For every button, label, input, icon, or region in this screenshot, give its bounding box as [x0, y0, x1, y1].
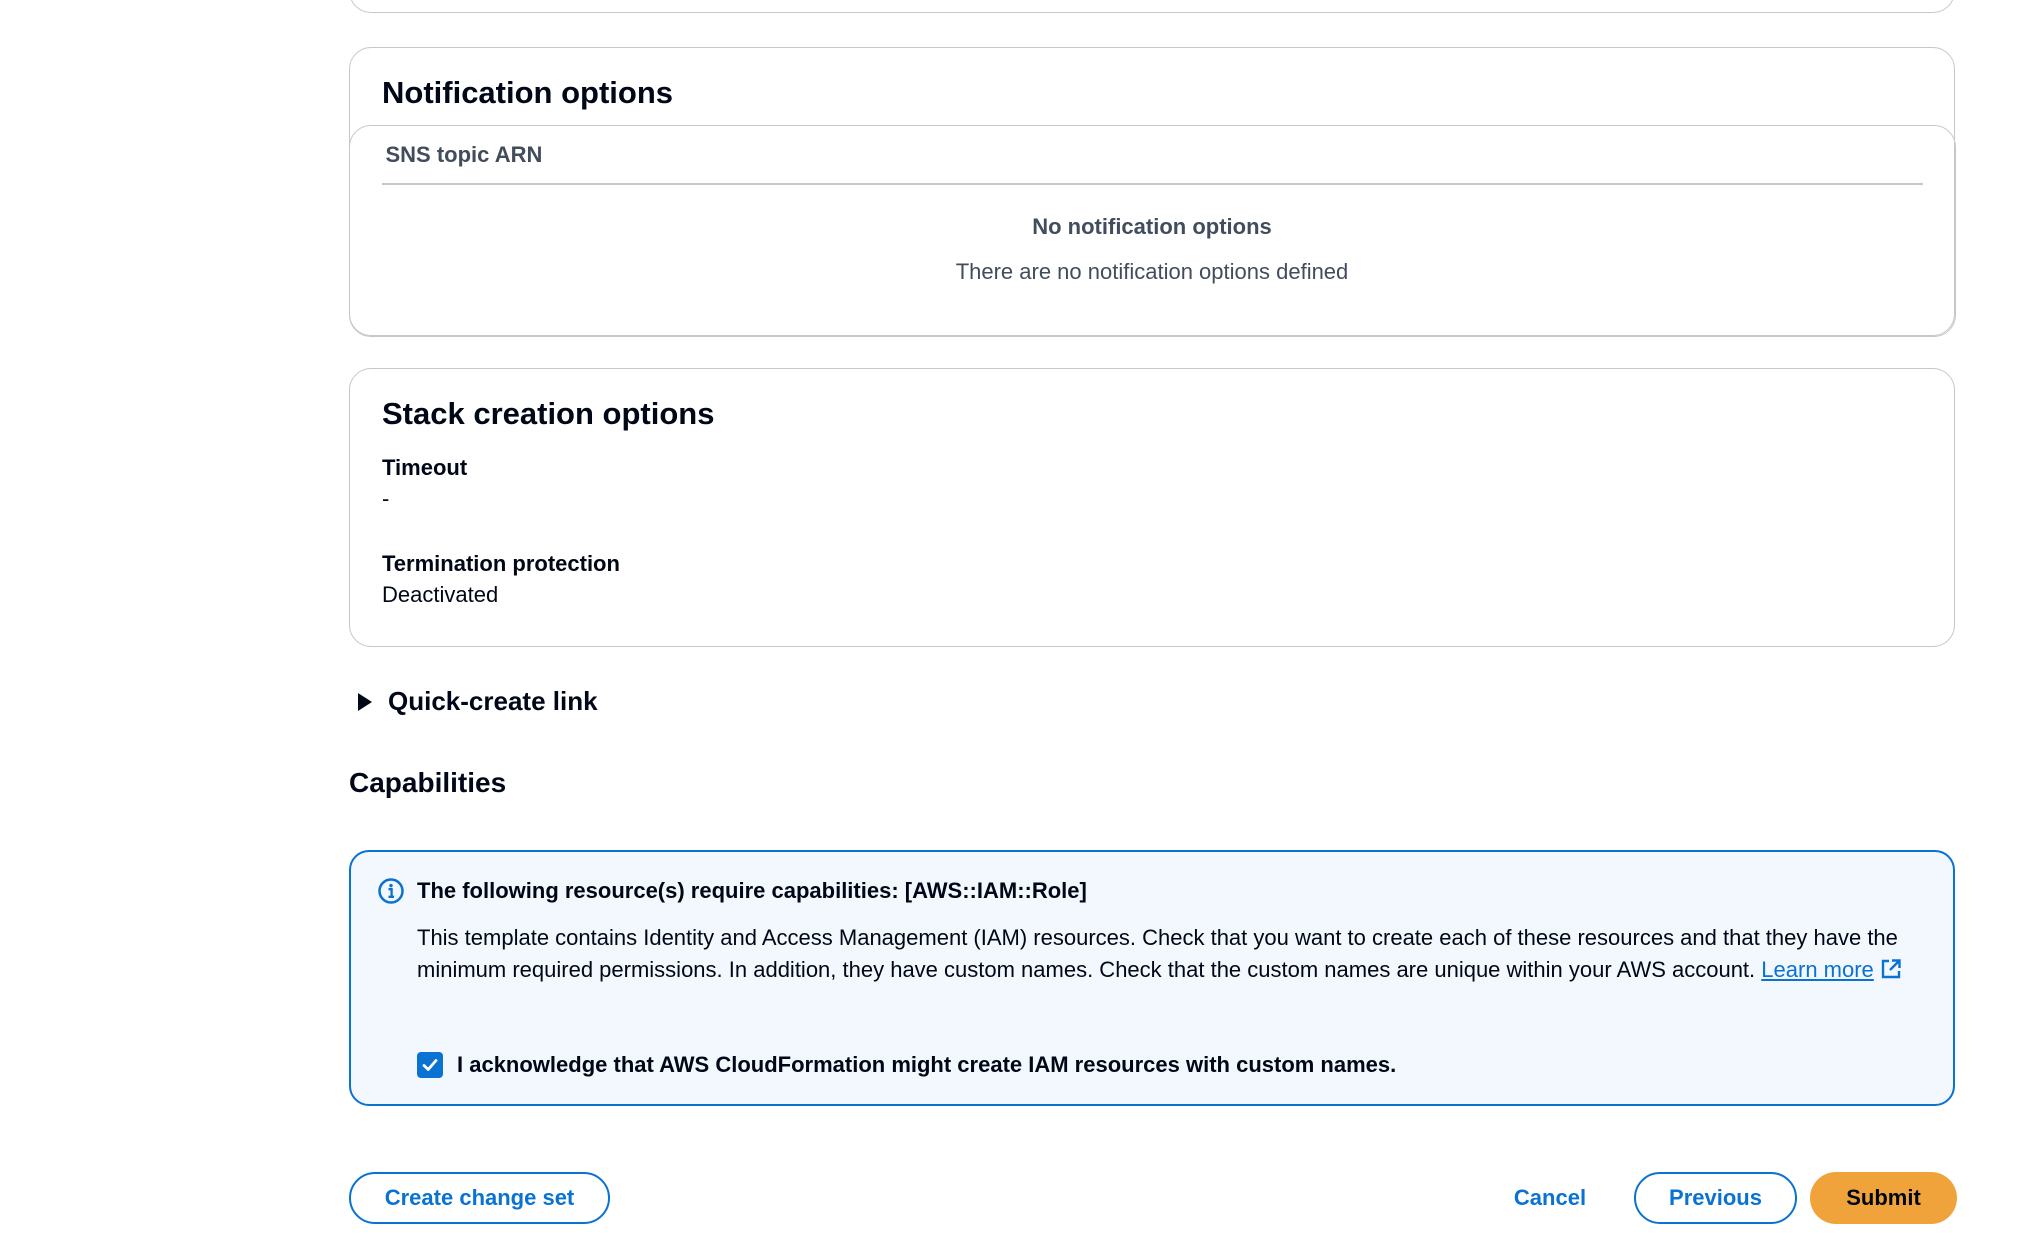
termination-protection-label: Termination protection [382, 551, 620, 576]
page: Notification options SNS topic ARN No no… [0, 0, 2026, 1260]
capabilities-info-alert: The following resource(s) require capabi… [349, 850, 1955, 1106]
submit-button[interactable]: Submit [1810, 1172, 1957, 1224]
acknowledge-checkbox[interactable] [417, 1052, 443, 1078]
notification-options-table: SNS topic ARN No notification options Th… [348, 125, 1956, 337]
caret-right-icon [358, 692, 372, 711]
stack-creation-options-title: Stack creation options [382, 396, 715, 431]
previous-button[interactable]: Previous [1634, 1172, 1797, 1224]
alert-title: The following resource(s) require capabi… [417, 878, 1087, 903]
notification-options-card: Notification options SNS topic ARN No no… [348, 47, 1956, 337]
termination-protection-value: Deactivated [382, 582, 499, 607]
learn-more-link[interactable]: Learn more [1761, 957, 1902, 982]
empty-state-title: No notification options [1032, 214, 1272, 239]
acknowledge-label[interactable]: I acknowledge that AWS CloudFormation mi… [457, 1052, 1396, 1078]
info-icon [378, 878, 404, 904]
timeout-value: - [382, 486, 390, 511]
sns-topic-arn-header: SNS topic ARN [385, 142, 543, 167]
alert-description: This template contains Identity and Acce… [417, 922, 1927, 986]
learn-more-label: Learn more [1761, 957, 1874, 982]
create-change-set-button[interactable]: Create change set [349, 1172, 610, 1224]
notification-options-title: Notification options [382, 75, 674, 110]
cancel-button[interactable]: Cancel [1500, 1172, 1600, 1224]
previous-section-card [349, 0, 1955, 13]
capabilities-heading: Capabilities [349, 767, 507, 798]
table-header-divider [381, 183, 1923, 185]
timeout-label: Timeout [382, 455, 468, 480]
stack-creation-options-card: Stack creation options Timeout - Termina… [349, 368, 1955, 647]
empty-state-description: There are no notification options define… [955, 259, 1349, 284]
acknowledge-row[interactable]: I acknowledge that AWS CloudFormation mi… [417, 1052, 1396, 1078]
alert-body-text: This template contains Identity and Acce… [417, 925, 1898, 982]
checkmark-icon [422, 1059, 438, 1071]
quick-create-link-expander[interactable]: Quick-create link [358, 686, 598, 717]
quick-create-link-label: Quick-create link [388, 686, 598, 716]
external-link-icon [1881, 959, 1901, 979]
